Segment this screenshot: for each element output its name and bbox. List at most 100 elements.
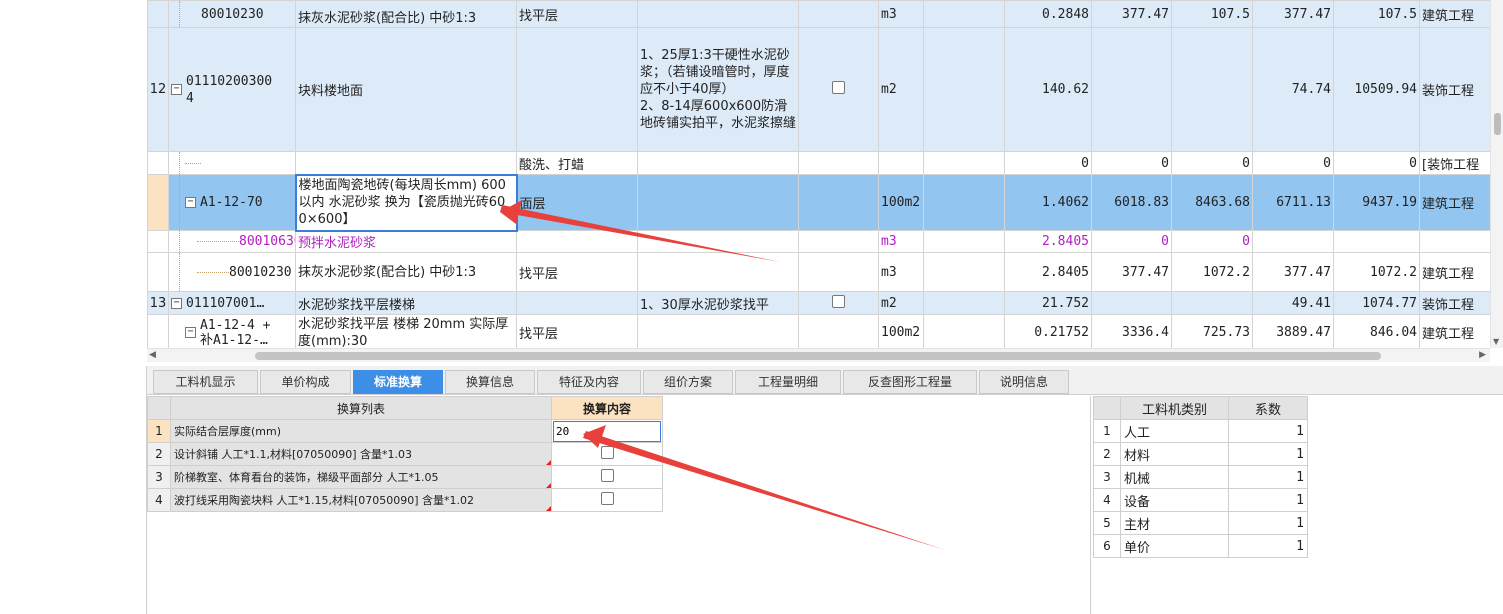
detail-panel: 换算列表 换算内容 1 实际结合层厚度(mm) 2 设计斜铺 人工*1.1,材料… [147,396,1503,614]
tab-features[interactable]: 特征及内容 [537,370,641,394]
empty-cell [923,314,1005,348]
bill-items-grid[interactable]: 80010230 抹灰水泥砂浆(配合比) 中砂1:3 找平层 m3 0.2848… [147,0,1490,348]
tab-resource-display[interactable]: 工料机显示 [153,370,258,394]
item-name-editor[interactable]: 楼地面陶瓷地砖(每块周长mm) 600以内 水泥砂浆 换为【瓷质抛光砖600×6… [294,173,518,232]
row-number: 4 [1093,488,1121,512]
tab-quantity-detail[interactable]: 工程量明细 [735,370,841,394]
arrow-right-icon[interactable]: ▶ [1479,350,1486,360]
conversion-value-cell[interactable] [551,442,663,466]
row-number [147,0,169,28]
price-4: 846.04 [1333,314,1420,348]
work-content [516,27,638,152]
checkbox[interactable] [600,446,614,459]
scroll-thumb[interactable] [255,352,1381,360]
scroll-thumb[interactable] [1494,113,1501,135]
price-3: 377.47 [1252,0,1334,28]
quantity: 0 [1004,151,1092,175]
price-4: 107.5 [1333,0,1420,28]
left-gutter [0,0,147,614]
arrow-down-icon[interactable]: ▼ [1493,337,1499,346]
row-number: 2 [1093,442,1121,466]
table-row[interactable]: 80010230 抹灰水泥砂浆(配合比) 中砂1:3 找平层 m3 2.8405… [147,252,1490,292]
minus-box-icon[interactable]: − [185,327,196,338]
checkbox[interactable] [832,81,845,94]
table-row[interactable]: 4 波打线采用陶瓷块料 人工*1.15,材料[07050090] 含量*1.02 [147,488,663,512]
tab-conversion-info[interactable]: 换算信息 [445,370,535,394]
checkbox-cell[interactable] [798,27,879,152]
item-feature [637,151,799,175]
empty-cell [923,291,1005,315]
detail-tabs: 工料机显示 单价构成 标准换算 换算信息 特征及内容 组价方案 工程量明细 反查… [147,366,1503,395]
table-row-selected[interactable]: − A1-12-70 楼地面陶瓷地砖(每块周长mm) 600以内 水泥砂浆 换为【… [147,173,1490,232]
table-row[interactable]: 2 设计斜铺 人工*1.1,材料[07050090] 含量*1.03 [147,442,663,466]
table-row[interactable]: 5 主材 1 [1093,511,1308,535]
conversion-value-cell[interactable] [551,488,663,512]
coefficient[interactable]: 1 [1228,442,1308,466]
table-row[interactable]: 酸洗、打蜡 0 0 0 0 0 [装饰工程 [147,151,1490,175]
table-row[interactable]: 80010630 预拌水泥砂浆 m3 2.8405 0 0 [147,230,1490,253]
price-1: 377.47 [1091,252,1172,292]
checkbox-cell[interactable] [798,291,879,315]
table-row[interactable]: 80010230 抹灰水泥砂浆(配合比) 中砂1:3 找平层 m3 0.2848… [147,0,1490,28]
item-feature [637,252,799,292]
price-4: 0 [1333,151,1420,175]
coefficient[interactable]: 1 [1228,488,1308,512]
table-row[interactable]: − A1-12-4 + 补A1-12-… 水泥砂浆找平层 楼梯 20mm 实际厚度… [147,314,1490,348]
minus-box-icon[interactable]: − [171,297,182,309]
vertical-scrollbar[interactable]: ▼ [1490,0,1503,348]
checkbox-cell [798,314,879,348]
table-row[interactable]: 4 设备 1 [1093,488,1308,512]
empty-cell [923,27,1005,152]
thickness-input[interactable] [553,420,661,442]
checkbox[interactable] [600,469,614,482]
tab-graphic-quantity[interactable]: 反查图形工程量 [843,370,977,394]
header-coefficient: 系数 [1228,396,1308,420]
tab-standard-conversion[interactable]: 标准换算 [353,370,443,394]
coefficient[interactable]: 1 [1228,419,1308,443]
table-header: 工料机类别 系数 [1093,396,1308,420]
price-4: 10509.94 [1333,27,1420,152]
tab-pricing-scheme[interactable]: 组价方案 [643,370,733,394]
table-row[interactable]: 6 单价 1 [1093,534,1308,558]
major [1419,230,1490,253]
item-code: − A1-12-70 [168,174,296,231]
tab-description[interactable]: 说明信息 [979,370,1069,394]
arrow-left-icon[interactable]: ◀ [149,350,156,360]
table-row[interactable]: 1 实际结合层厚度(mm) [147,419,663,443]
red-flag-icon [546,483,551,488]
checkbox[interactable] [832,294,845,308]
empty-cell [923,0,1005,28]
item-code: 80010230 [168,252,296,292]
conversion-value-cell[interactable] [551,465,663,489]
table-row[interactable]: 3 阶梯教室、体育看台的装饰，梯级平面部分 人工*1.05 [147,465,663,489]
checkbox-cell [798,151,879,175]
coefficient-panel: 工料机类别 系数 1 人工 1 2 材料 1 3 机械 1 4 设备 1 5 主材 1 6 单价 1 [1093,396,1503,614]
category: 单价 [1120,534,1229,558]
table-row[interactable]: 2 材料 1 [1093,442,1308,466]
checkbox[interactable] [600,492,614,505]
coefficient[interactable]: 1 [1228,465,1308,489]
price-2: 725.73 [1171,314,1253,348]
category: 材料 [1120,442,1229,466]
horizontal-scrollbar[interactable]: ◀ ▶ [147,348,1490,362]
empty-cell [923,252,1005,292]
table-row[interactable]: 13 −011107001… 水泥砂浆找平层楼梯 1、30厚水泥砂浆找平 m2 … [147,291,1490,315]
table-row[interactable]: 1 人工 1 [1093,419,1308,443]
conversion-value-cell[interactable] [551,419,663,443]
tab-unit-price[interactable]: 单价构成 [260,370,351,394]
category: 人工 [1120,419,1229,443]
header-category: 工料机类别 [1120,396,1229,420]
row-number: 12 [147,27,169,152]
conversion-panel: 换算列表 换算内容 1 实际结合层厚度(mm) 2 设计斜铺 人工*1.1,材料… [147,396,1091,614]
coefficient[interactable]: 1 [1228,511,1308,535]
price-1: 0 [1091,151,1172,175]
table-row[interactable]: 3 机械 1 [1093,465,1308,489]
table-row[interactable]: 12 −011102003004 块料楼地面 1、25厚1:3干硬性水泥砂浆；（… [147,27,1490,152]
coefficient[interactable]: 1 [1228,534,1308,558]
minus-box-icon[interactable]: − [185,197,196,208]
item-name [295,151,517,175]
item-code: 80010630 [168,230,296,253]
header-conversion-content: 换算内容 [551,396,663,420]
minus-box-icon[interactable]: − [171,84,182,95]
price-4: 1074.77 [1333,291,1420,315]
